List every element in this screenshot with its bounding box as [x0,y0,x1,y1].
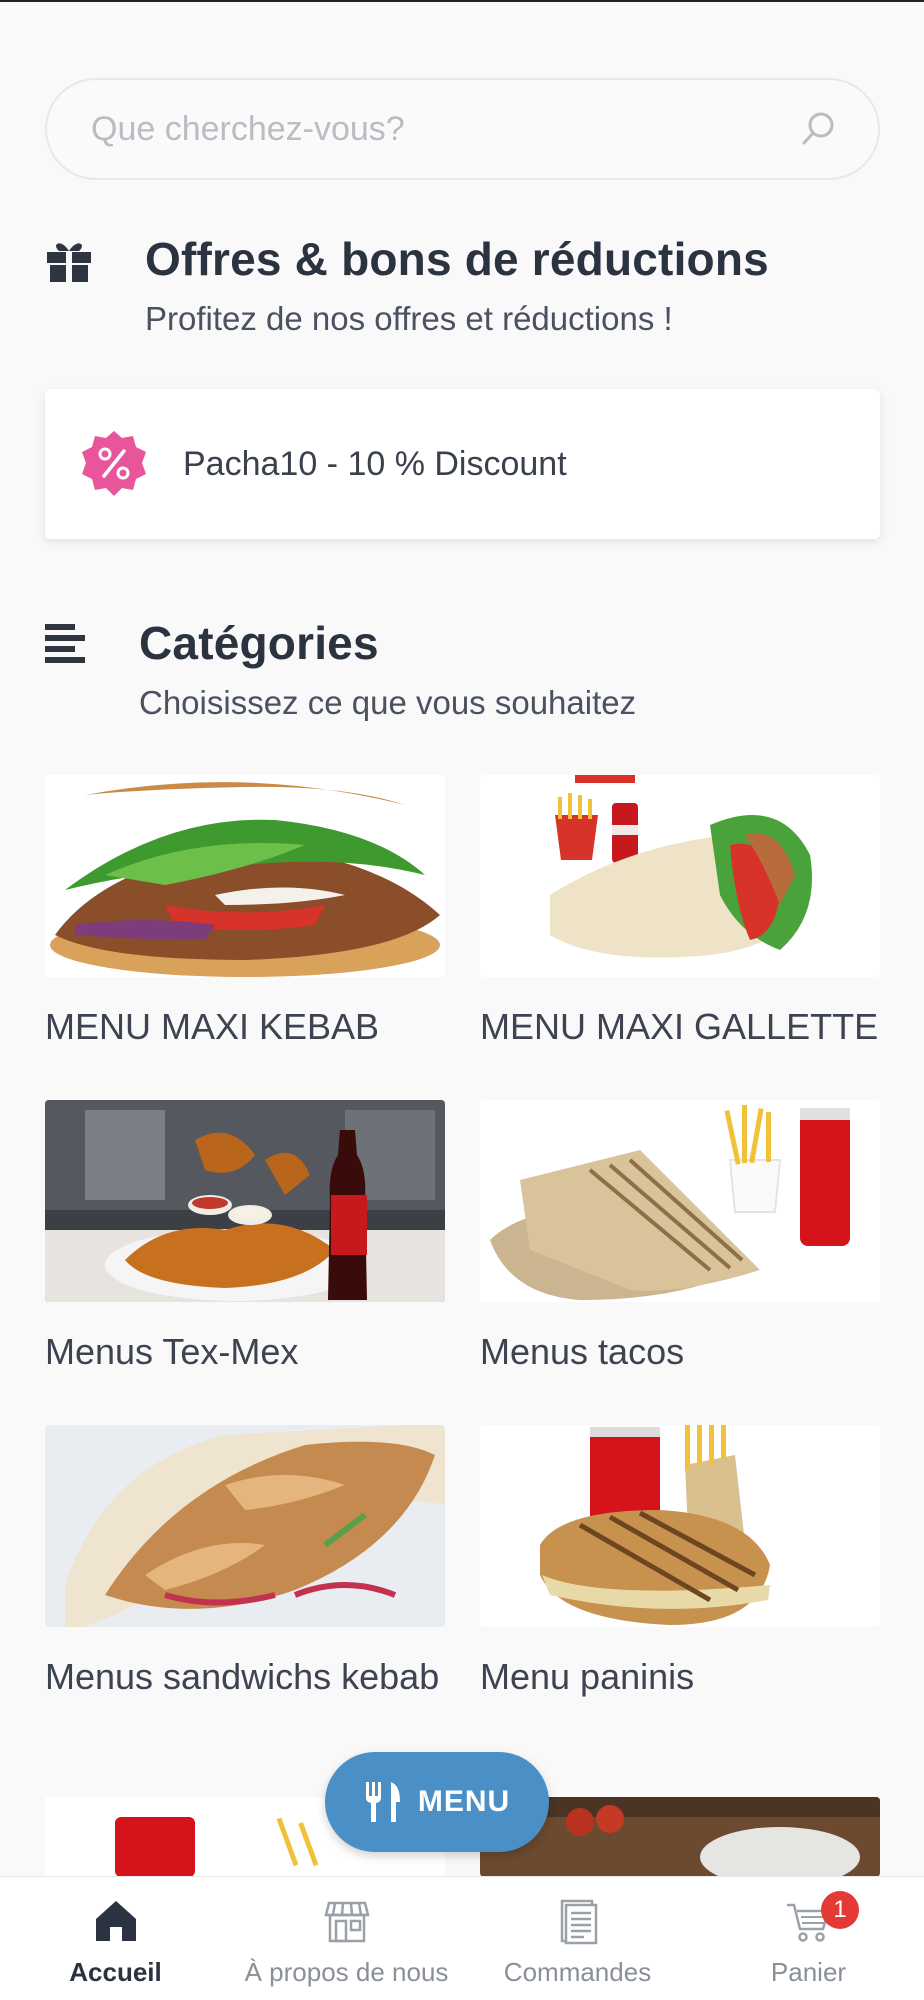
home-icon [95,1901,136,1941]
menu-fab-button[interactable]: MENU [325,1752,549,1852]
category-image [45,775,445,977]
nav-label: Commandes [503,1957,652,1987]
app-screen: Offres & bons de réductions Profitez de … [0,0,924,2000]
status-divider [0,0,924,2]
category-image [480,775,880,977]
category-card-tacos[interactable]: Menus tacos [480,1100,880,1376]
search-bar[interactable] [45,78,880,180]
category-label: Menus Tex-Mex [45,1331,299,1372]
nav-item-home[interactable]: Accueil [0,1877,231,2000]
categories-header: Catégories Choisissez ce que vous souhai… [45,616,636,722]
category-label: Menu paninis [480,1656,695,1697]
category-label: MENU MAXI GALLETTE [480,1006,879,1047]
nav-item-about[interactable]: À propos de nous [231,1877,462,2000]
category-image [45,1425,445,1627]
list-icon [45,624,85,663]
categories-subtitle: Choisissez ce que vous souhaitez [139,684,637,721]
coupon-text: Pacha10 - 10 % Discount [183,444,567,483]
category-card-sandwichs-kebab[interactable]: Menus sandwichs kebab [45,1425,445,1701]
category-label: Menus sandwichs kebab [45,1656,440,1697]
cart-count-badge: 1 [821,1891,859,1929]
offers-subtitle: Profitez de nos offres et réductions ! [145,300,673,337]
nav-label: Panier [770,1957,847,1987]
category-card-tex-mex[interactable]: Menus Tex-Mex [45,1100,445,1376]
nav-item-cart[interactable]: 1 Panier [693,1877,924,2000]
coupon-card[interactable]: Pacha10 - 10 % Discount [45,389,880,539]
category-card-maxi-gallette[interactable]: MENU MAXI GALLETTE [480,775,880,1051]
category-card-paninis[interactable]: Menu paninis [480,1425,880,1701]
nav-label: Accueil [69,1957,162,1987]
offers-header: Offres & bons de réductions Profitez de … [45,232,769,338]
category-image [480,1425,880,1627]
fork-knife-icon [365,1782,400,1822]
categories-title: Catégories [139,617,379,669]
category-card-maxi-kebab[interactable]: MENU MAXI KEBAB [45,775,445,1051]
offers-title: Offres & bons de réductions [145,233,769,285]
menu-fab-label: MENU [417,1785,511,1818]
category-image [45,1100,445,1302]
nav-item-orders[interactable]: Commandes [462,1877,693,2000]
category-image [480,1100,880,1302]
discount-badge-icon [82,431,146,496]
receipt-icon [560,1899,597,1945]
store-icon [323,1901,370,1943]
search-icon[interactable] [798,109,838,149]
bottom-nav: Accueil À propos de nous Commandes 1 Pan… [0,1876,924,2000]
category-label: MENU MAXI KEBAB [45,1006,380,1047]
gift-icon [47,243,91,282]
nav-label: À propos de nous [244,1957,449,1987]
category-label: Menus tacos [480,1331,685,1372]
search-input[interactable] [91,109,798,149]
